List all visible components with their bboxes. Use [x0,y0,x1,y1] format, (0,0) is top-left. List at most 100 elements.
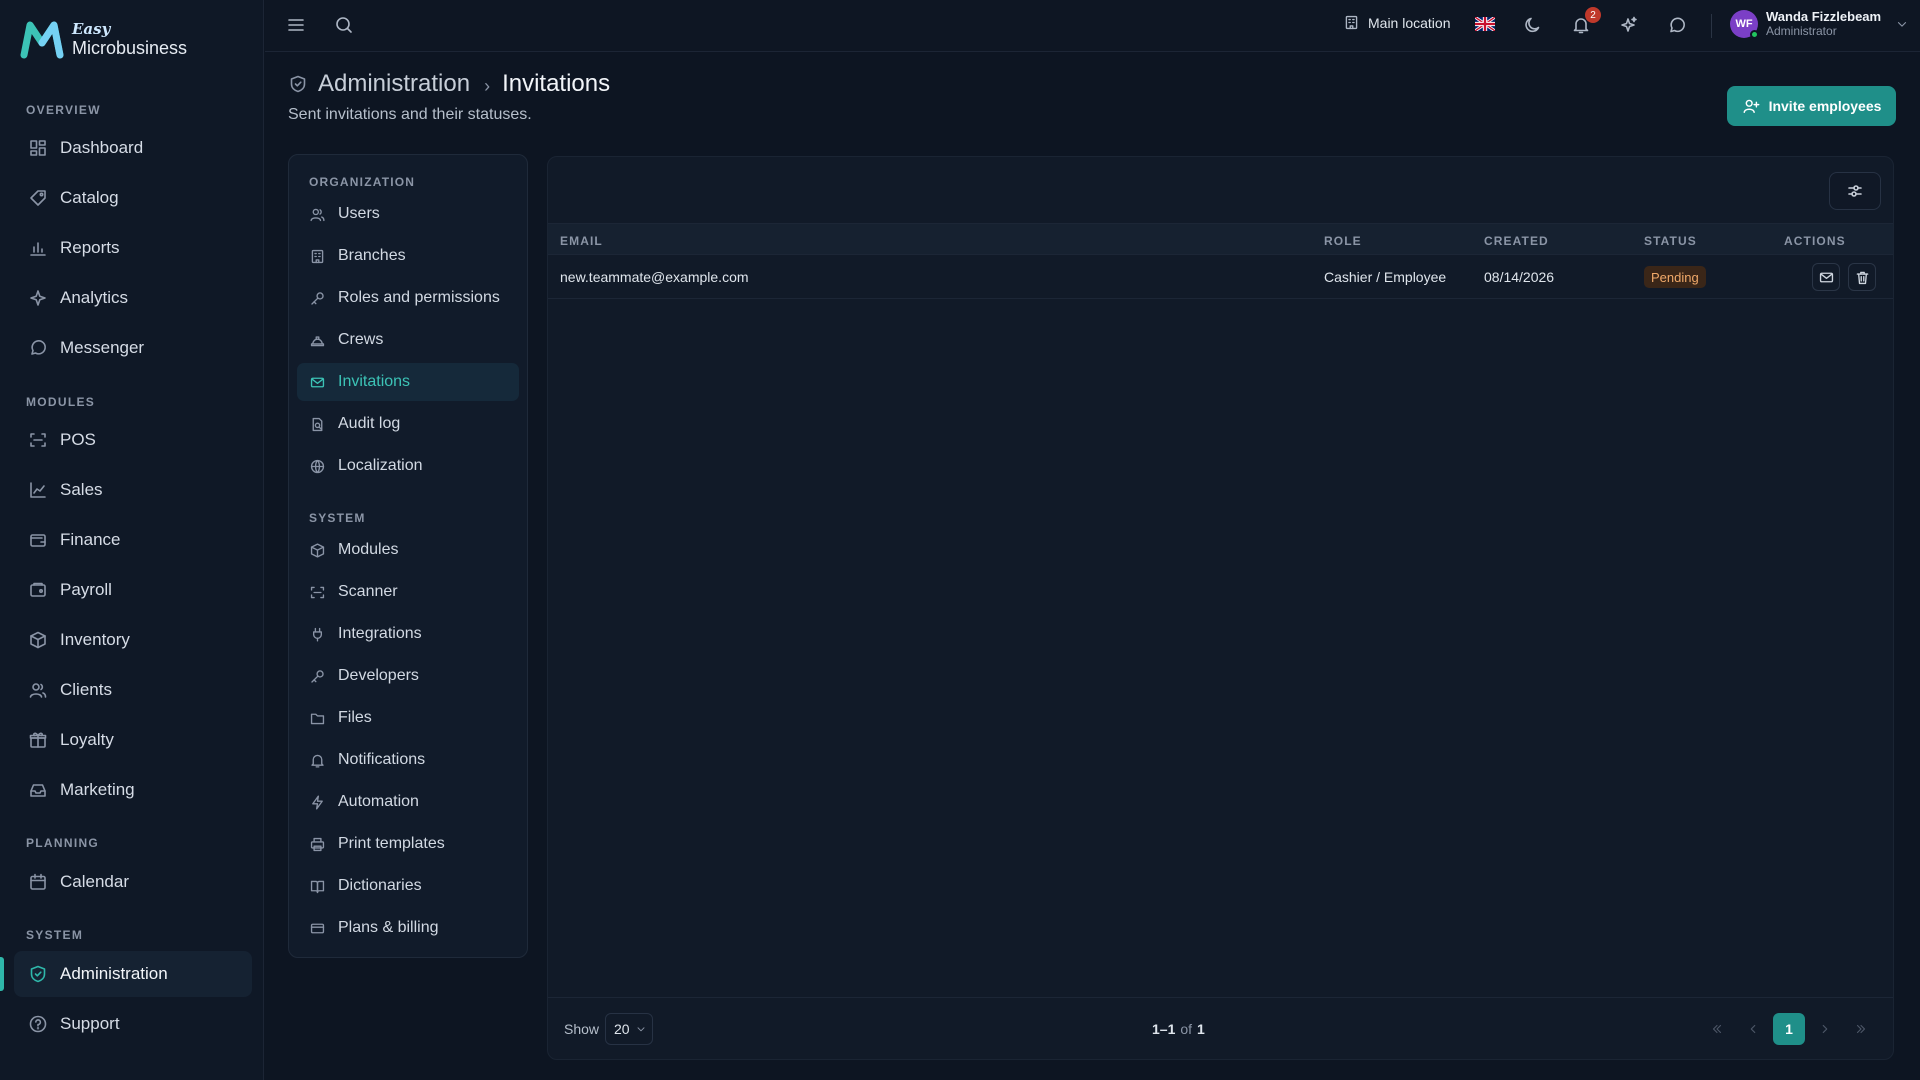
subnav-item-label: Crews [338,331,384,348]
nav-section-modules: MODULES [26,395,96,409]
first-page-button[interactable] [1701,1013,1733,1045]
calendar-icon [30,873,46,890]
subnav-item-scanner[interactable]: Scanner [297,573,519,611]
lightning-icon [312,794,323,810]
sidebar-item-label: Messenger [60,338,145,357]
subnav-section-organization: ORGANIZATION [309,175,416,189]
subnav-item-invitations[interactable]: Invitations [297,363,519,401]
sidebar-item-clients[interactable]: Clients [14,667,252,713]
avatar-initials: WF [1735,18,1753,31]
breadcrumb: Administration › Invitations [288,70,610,98]
sidebar-item-finance[interactable]: Finance [14,517,252,563]
range-total: 1 [1197,1021,1205,1037]
subnav-item-modules[interactable]: Modules [297,531,519,569]
topbar-divider [1711,14,1712,38]
chat-icon [1670,17,1685,33]
subnav-item-label: Scanner [338,583,398,600]
subnav-item-notifications[interactable]: Notifications [297,741,519,779]
sidebar-item-reports[interactable]: Reports [14,225,252,271]
sidebar-item-marketing[interactable]: Marketing [14,767,252,813]
table-row: new.teammate@example.com Cashier / Emplo… [548,255,1893,299]
column-header-actions: ACTIONS [1784,234,1846,248]
page-button-current[interactable]: 1 [1773,1013,1805,1045]
subnav-item-crews[interactable]: Crews [297,321,519,359]
last-page-button[interactable] [1845,1013,1877,1045]
messenger-icon [31,340,46,355]
page-size-select[interactable]: 20 [605,1013,653,1045]
next-page-button[interactable] [1809,1013,1841,1045]
app-logo[interactable]: Easy Microbusiness [20,18,187,60]
trash-icon [1856,271,1868,284]
online-status-dot [1750,30,1759,40]
sidebar-item-loyalty[interactable]: Loyalty [14,717,252,763]
subnav-item-files[interactable]: Files [297,699,519,737]
sidebar-item-messenger[interactable]: Messenger [14,325,252,371]
sidebar-item-calendar[interactable]: Calendar [14,859,252,905]
sidebar-item-pos[interactable]: POS [14,417,252,463]
globe-icon [310,459,325,473]
shield-icon [30,965,46,983]
subnav-item-plans-and-billing[interactable]: Plans & billing [297,909,519,947]
location-selector[interactable]: Main location [1343,14,1451,31]
subnav-item-users[interactable]: Users [297,195,519,233]
sidebar-item-inventory[interactable]: Inventory [14,617,252,663]
sidebar-item-dashboard[interactable]: Dashboard [14,125,252,171]
column-header-status[interactable]: STATUS [1644,234,1697,248]
sparkles-icon [1621,16,1637,32]
invitation-created: 08/14/2026 [1484,269,1555,285]
clients-icon [29,683,47,698]
subnav-item-audit-log[interactable]: Audit log [297,405,519,443]
sidebar-item-administration[interactable]: Administration [14,951,252,997]
catalog-icon [30,190,46,206]
theme-toggle-button[interactable] [1523,15,1543,35]
payroll-icon [30,582,46,597]
subnav-item-label: Invitations [338,373,411,390]
subnav-item-branches[interactable]: Branches [297,237,519,275]
table-settings-button[interactable] [1829,172,1881,210]
column-header-role[interactable]: ROLE [1324,234,1362,248]
menu-toggle-button[interactable] [286,15,306,35]
ai-assistant-button[interactable] [1619,15,1639,35]
invite-employees-button[interactable]: Invite employees [1727,86,1896,126]
subnav-item-integrations[interactable]: Integrations [297,615,519,653]
sidebar-item-label: Marketing [60,780,135,799]
sidebar-item-label: Administration [60,964,168,983]
resend-invitation-button[interactable] [1812,263,1840,291]
subnav-item-label: Users [338,205,380,222]
column-header-email[interactable]: EMAIL [560,234,603,248]
language-selector[interactable] [1475,17,1495,31]
help-icon [29,1015,47,1033]
bell-icon [311,754,324,768]
sidebar-item-support[interactable]: Support [14,1001,252,1047]
previous-page-button[interactable] [1737,1013,1769,1045]
subnav-item-label: Print templates [338,835,445,852]
subnav-item-localization[interactable]: Localization [297,447,519,485]
sidebar-item-payroll[interactable]: Payroll [14,567,252,613]
chevron-down-icon [637,1027,645,1032]
user-menu[interactable]: WF Wanda Fizzlebeam Administrator [1730,9,1909,40]
subnav-item-automation[interactable]: Automation [297,783,519,821]
sidebar-item-label: Analytics [60,288,129,307]
chevrons-right-icon [1856,1024,1866,1034]
subnav-item-print-templates[interactable]: Print templates [297,825,519,863]
subnav-item-label: Plans & billing [338,919,439,936]
breadcrumb-separator: › [484,75,491,96]
sidebar-item-catalog[interactable]: Catalog [14,175,252,221]
credit-card-icon [310,923,325,933]
subnav-item-roles-and-permissions[interactable]: Roles and permissions [297,279,519,317]
delete-invitation-button[interactable] [1848,263,1876,291]
search-button[interactable] [334,15,354,35]
building-icon [311,249,324,263]
chat-button[interactable] [1667,15,1687,35]
subnav-item-developers[interactable]: Developers [297,657,519,695]
subnav-item-dictionaries[interactable]: Dictionaries [297,867,519,905]
sidebar-item-sales[interactable]: Sales [14,467,252,513]
subnav-item-label: Modules [338,541,399,558]
subnav-item-label: Localization [338,457,423,474]
user-role: Administrator [1766,23,1837,38]
column-header-created[interactable]: CREATED [1484,234,1549,248]
sidebar-item-label: Support [60,1014,120,1033]
breadcrumb-parent-link[interactable]: Administration [318,70,470,98]
logo-tagline: Easy [72,19,111,38]
sidebar-item-analytics[interactable]: Analytics [14,275,252,321]
